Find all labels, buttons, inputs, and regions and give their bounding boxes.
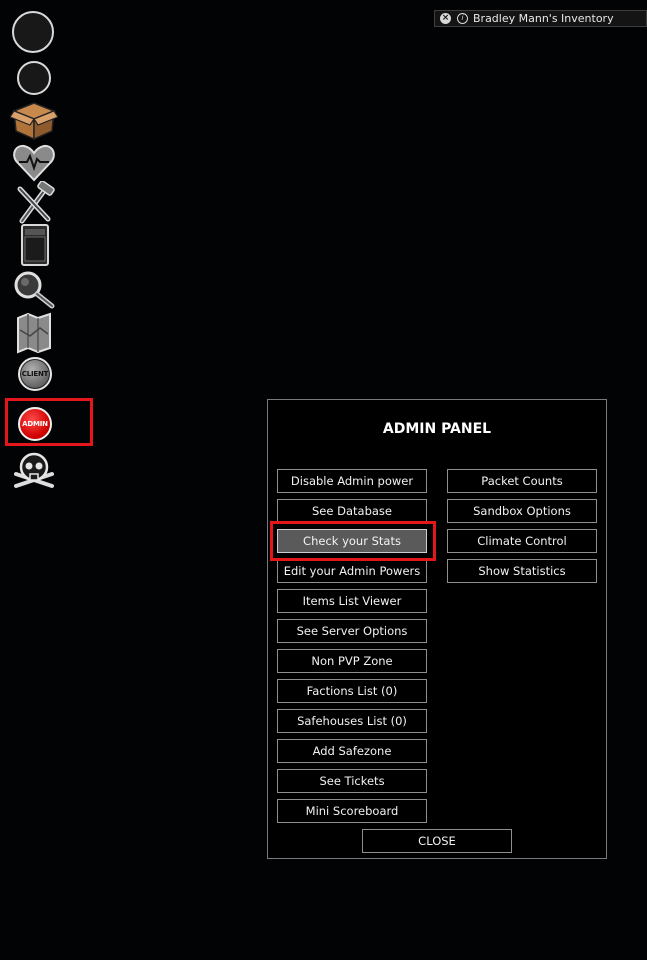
tools-icon[interactable] [10, 181, 58, 225]
close-button[interactable]: CLOSE [362, 829, 512, 853]
info-icon[interactable]: i [457, 13, 468, 24]
see-database-button[interactable]: See Database [277, 499, 427, 523]
check-stats-highlight [270, 521, 436, 561]
skull-icon[interactable] [10, 450, 58, 494]
disable-admin-power-button[interactable]: Disable Admin power [277, 469, 427, 493]
climate-control-button[interactable]: Climate Control [447, 529, 597, 553]
non-pvp-zone-button[interactable]: Non PVP Zone [277, 649, 427, 673]
edit-admin-powers-button[interactable]: Edit your Admin Powers [277, 559, 427, 583]
safehouses-list-button[interactable]: Safehouses List (0) [277, 709, 427, 733]
show-statistics-button[interactable]: Show Statistics [447, 559, 597, 583]
see-server-options-button[interactable]: See Server Options [277, 619, 427, 643]
admin-icon-highlight [5, 398, 93, 446]
cabinet-icon[interactable] [10, 223, 58, 267]
factions-list-button[interactable]: Factions List (0) [277, 679, 427, 703]
see-tickets-button[interactable]: See Tickets [277, 769, 427, 793]
player-avatar-large[interactable] [12, 11, 54, 53]
close-icon[interactable]: × [440, 13, 451, 24]
heart-icon[interactable] [10, 140, 58, 184]
items-list-viewer-button[interactable]: Items List Viewer [277, 589, 427, 613]
player-avatar-small[interactable] [17, 61, 51, 95]
inventory-title-bar[interactable]: × i Bradley Mann's Inventory [434, 10, 647, 27]
add-safezone-button[interactable]: Add Safezone [277, 739, 427, 763]
panel-title: ADMIN PANEL [382, 421, 492, 437]
client-icon[interactable]: CLIENT [18, 357, 52, 391]
sandbox-options-button[interactable]: Sandbox Options [447, 499, 597, 523]
mini-scoreboard-button[interactable]: Mini Scoreboard [277, 799, 427, 823]
inventory-title: Bradley Mann's Inventory [473, 12, 614, 25]
map-icon[interactable] [10, 310, 58, 354]
client-label: CLIENT [21, 370, 49, 378]
box-icon[interactable] [10, 99, 58, 143]
magnifier-icon[interactable] [10, 268, 58, 312]
packet-counts-button[interactable]: Packet Counts [447, 469, 597, 493]
